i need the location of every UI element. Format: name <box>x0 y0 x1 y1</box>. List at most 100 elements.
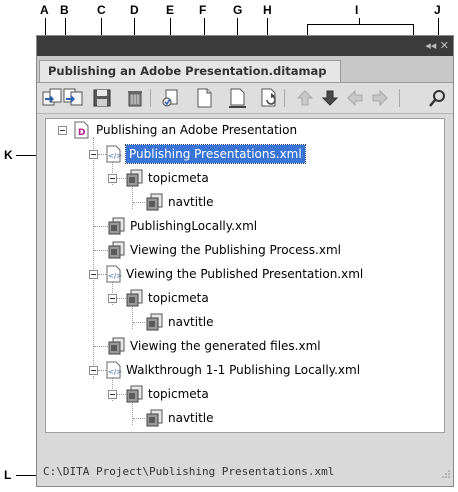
tree-connector <box>132 401 133 425</box>
node-label: topicmeta <box>148 291 209 305</box>
move-down-icon <box>321 90 339 106</box>
new-topic-button[interactable] <box>193 87 215 109</box>
collapse-toggle[interactable] <box>58 126 67 135</box>
search-button[interactable] <box>427 87 449 109</box>
navtitle-icon <box>146 193 163 211</box>
toolbar-separator <box>284 89 285 107</box>
leader-i-stem <box>359 18 360 25</box>
navtitle-icon <box>146 409 163 427</box>
tab-strip: Publishing an Adobe Presentation.ditamap <box>37 56 453 83</box>
tree-connector <box>116 298 126 299</box>
toolbar-separator <box>399 89 400 107</box>
collapse-toggle[interactable] <box>108 174 117 183</box>
insert-before-button[interactable] <box>41 87 63 109</box>
move-left-button[interactable] <box>344 87 366 109</box>
delete-button[interactable] <box>124 87 146 109</box>
rename-button[interactable] <box>226 87 248 109</box>
callout-f: F <box>199 3 207 17</box>
callout-g: G <box>233 3 243 17</box>
tree-connector <box>132 185 133 209</box>
rename-icon <box>229 88 246 108</box>
refresh-icon <box>261 88 276 107</box>
tree-connector <box>132 305 133 329</box>
node-label: Publishing Presentations.xml <box>125 144 306 164</box>
tree-connector <box>133 202 145 203</box>
callout-e: E <box>166 3 175 17</box>
save-button[interactable] <box>91 87 113 109</box>
insert-after-icon <box>63 88 83 106</box>
leader-i-horizontal <box>307 24 413 25</box>
move-up-icon <box>296 90 314 106</box>
map-tree: D Publishing an Adobe Presentation </> P… <box>45 118 445 433</box>
search-icon <box>429 90 445 107</box>
topicmeta-icon <box>126 385 143 403</box>
node-label: PublishingLocally.xml <box>130 219 258 233</box>
tab-ditamap[interactable]: Publishing an Adobe Presentation.ditamap <box>39 60 341 82</box>
move-down-button[interactable] <box>319 87 341 109</box>
collapse-toggle[interactable] <box>89 270 98 279</box>
move-up-button[interactable] <box>294 87 316 109</box>
node-label: Walkthrough 1-1 Publishing Locally.xml <box>126 363 361 377</box>
callout-h: H <box>263 3 272 17</box>
node-label: topicmeta <box>148 171 209 185</box>
callout-l: L <box>4 468 12 482</box>
tree-connector <box>94 250 108 251</box>
callout-d: D <box>130 3 139 17</box>
navtitle-icon <box>146 313 163 331</box>
collapse-close-controls[interactable]: ◂◂ ✕ <box>425 39 449 52</box>
insert-after-button[interactable] <box>62 87 84 109</box>
collapse-toggle[interactable] <box>108 294 117 303</box>
topicref-icon: </> <box>106 145 122 163</box>
dita-map-panel: ◂◂ ✕ Publishing an Adobe Presentation.di… <box>36 35 454 487</box>
node-label: navtitle <box>168 315 214 329</box>
tree-connector <box>116 178 126 179</box>
new-topic-icon <box>197 88 212 108</box>
topic-icon <box>108 241 125 259</box>
topicmeta-icon <box>126 289 143 307</box>
svg-text:</>: </> <box>108 152 122 160</box>
callout-i: I <box>355 3 359 17</box>
collapse-toggle[interactable] <box>108 390 117 399</box>
collapse-toggle[interactable] <box>89 366 98 375</box>
callout-a: A <box>40 3 49 17</box>
node-label: Viewing the Publishing Process.xml <box>130 243 341 257</box>
move-left-icon <box>347 89 363 107</box>
callout-k: K <box>4 148 13 162</box>
status-path: C:\DITA Project\Publishing Presentations… <box>43 465 335 478</box>
node-label: navtitle <box>168 195 214 209</box>
node-label: Publishing an Adobe Presentation <box>96 123 298 137</box>
topic-icon <box>108 217 125 235</box>
topicmeta-icon <box>126 169 143 187</box>
refresh-button[interactable] <box>258 87 280 109</box>
resize-grip-icon[interactable] <box>441 469 451 479</box>
panel-titlebar: ◂◂ ✕ <box>37 36 453 56</box>
node-label: Viewing the generated files.xml <box>130 339 321 353</box>
toolbar-separator <box>150 89 151 107</box>
node-label: topicmeta <box>148 387 209 401</box>
svg-text:</>: </> <box>108 272 122 280</box>
callout-j: J <box>434 3 441 17</box>
ditamap-icon: D <box>74 121 89 139</box>
tree-connector <box>94 346 108 347</box>
svg-text:</>: </> <box>108 368 122 376</box>
tree-connector <box>133 322 145 323</box>
callout-c: C <box>97 3 106 17</box>
toolbar <box>37 83 453 114</box>
tree-connector <box>93 137 94 379</box>
save-icon <box>93 89 111 107</box>
tree-connector <box>94 226 108 227</box>
delete-icon <box>128 91 142 107</box>
properties-icon <box>162 89 178 107</box>
topic-icon <box>108 337 125 355</box>
topicref-icon: </> <box>106 265 122 283</box>
insert-before-icon <box>42 88 62 106</box>
collapse-toggle[interactable] <box>89 150 98 159</box>
topicref-icon: </> <box>106 361 122 379</box>
move-right-icon <box>372 89 388 107</box>
properties-button[interactable] <box>159 87 181 109</box>
svg-text:D: D <box>78 128 85 138</box>
move-right-button[interactable] <box>369 87 391 109</box>
tree-connector <box>133 418 145 419</box>
tree-connector <box>116 394 126 395</box>
node-label: navtitle <box>168 411 214 425</box>
